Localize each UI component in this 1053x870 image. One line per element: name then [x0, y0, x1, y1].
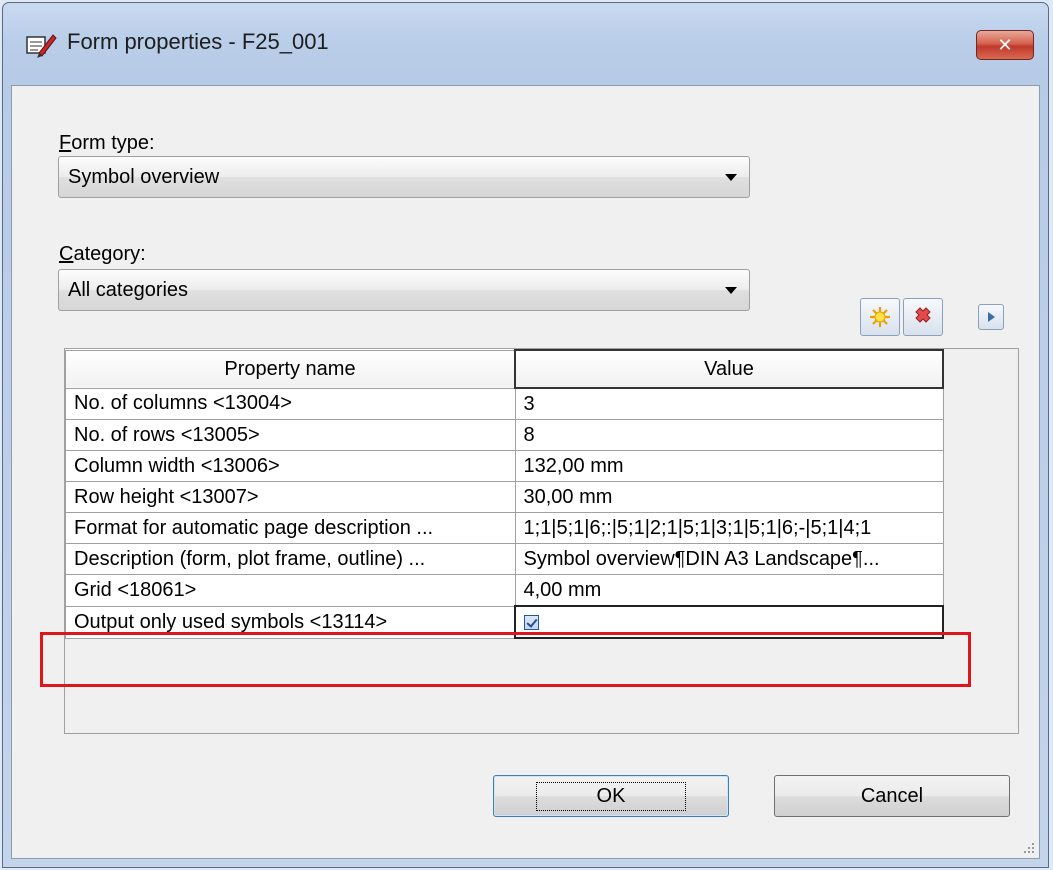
delete-x-icon — [915, 307, 931, 323]
ok-button[interactable]: OK — [493, 775, 729, 817]
property-name-cell[interactable]: Column width <13006> — [65, 450, 516, 482]
property-value-cell[interactable] — [514, 605, 944, 639]
table-row[interactable]: Column width <13006> 132,00 mm — [65, 450, 944, 482]
form-type-selected: Symbol overview — [68, 166, 220, 188]
ok-button-label: OK — [535, 781, 687, 811]
form-type-label: Form type: — [59, 132, 155, 155]
property-name-cell[interactable]: No. of columns <13004> — [65, 387, 516, 420]
property-name-cell[interactable]: Row height <13007> — [65, 481, 516, 513]
table-row[interactable]: Grid <18061> 4,00 mm — [65, 574, 944, 607]
table-header-row: Property name Value — [65, 349, 944, 389]
table-row[interactable]: Description (form, plot frame, outline) … — [65, 543, 944, 575]
column-header-value[interactable]: Value — [514, 349, 944, 389]
new-button[interactable] — [860, 298, 900, 336]
close-button[interactable]: ✕ — [976, 30, 1034, 60]
column-header-property-name[interactable]: Property name — [65, 349, 516, 389]
property-value-cell[interactable]: 30,00 mm — [514, 481, 944, 513]
form-type-label-accel: F — [59, 132, 72, 154]
property-name-cell[interactable]: Grid <18061> — [65, 574, 516, 607]
property-value-cell[interactable]: 8 — [514, 419, 944, 451]
form-type-label-text: orm type: — [71, 132, 155, 154]
new-star-icon — [870, 307, 890, 327]
property-value-cell[interactable]: 132,00 mm — [514, 450, 944, 482]
property-name-cell[interactable]: No. of rows <13005> — [65, 419, 516, 451]
table-row[interactable]: Format for automatic page description ..… — [65, 512, 944, 544]
table-row[interactable]: Row height <13007> 30,00 mm — [65, 481, 944, 513]
table-row[interactable]: Output only used symbols <13114> — [65, 605, 944, 639]
title-bar[interactable]: Form properties - F25_001 ✕ — [3, 3, 1048, 85]
close-icon: ✕ — [997, 34, 1013, 56]
cancel-button[interactable]: Cancel — [774, 775, 1010, 817]
table-row[interactable]: No. of rows <13005> 8 — [65, 419, 944, 451]
property-value-cell[interactable]: 3 — [514, 387, 944, 420]
form-properties-icon — [26, 34, 57, 58]
property-table: Property name Value No. of columns <1300… — [65, 349, 944, 639]
property-name-cell[interactable]: Output only used symbols <13114> — [65, 605, 516, 639]
cancel-button-label: Cancel — [860, 784, 924, 807]
window-title: Form properties - F25_001 — [67, 29, 329, 54]
property-grid: Property name Value No. of columns <1300… — [64, 348, 1019, 734]
dialog-body: Form type: Symbol overview Category: All… — [11, 85, 1040, 859]
category-label-accel: C — [59, 243, 74, 265]
output-only-used-symbols-checkbox[interactable] — [524, 614, 539, 630]
table-row[interactable]: No. of columns <13004> 3 — [65, 387, 944, 420]
property-name-cell[interactable]: Description (form, plot frame, outline) … — [65, 543, 516, 575]
dialog-window: Form properties - F25_001 ✕ Form type: S… — [2, 2, 1049, 868]
arrow-right-icon — [988, 312, 995, 322]
chevron-down-icon — [725, 287, 737, 294]
delete-button[interactable] — [903, 298, 943, 336]
category-dropdown[interactable]: All categories — [58, 269, 750, 311]
property-value-cell[interactable]: 1;1|5;1|6;:|5;1|2;1|5;1|3;1|5;1|6;-|5;1|… — [514, 512, 944, 544]
property-value-cell[interactable]: Symbol overview¶DIN A3 Landscape¶... — [514, 543, 944, 575]
property-value-cell[interactable]: 4,00 mm — [514, 574, 944, 607]
expand-button[interactable] — [978, 304, 1004, 330]
category-label: Category: — [59, 243, 146, 266]
category-label-text: ategory: — [73, 243, 146, 265]
form-type-dropdown[interactable]: Symbol overview — [58, 156, 750, 198]
resize-grip-icon[interactable] — [1021, 840, 1035, 854]
category-selected: All categories — [68, 279, 189, 301]
property-name-cell[interactable]: Format for automatic page description ..… — [65, 512, 516, 544]
chevron-down-icon — [725, 174, 737, 181]
